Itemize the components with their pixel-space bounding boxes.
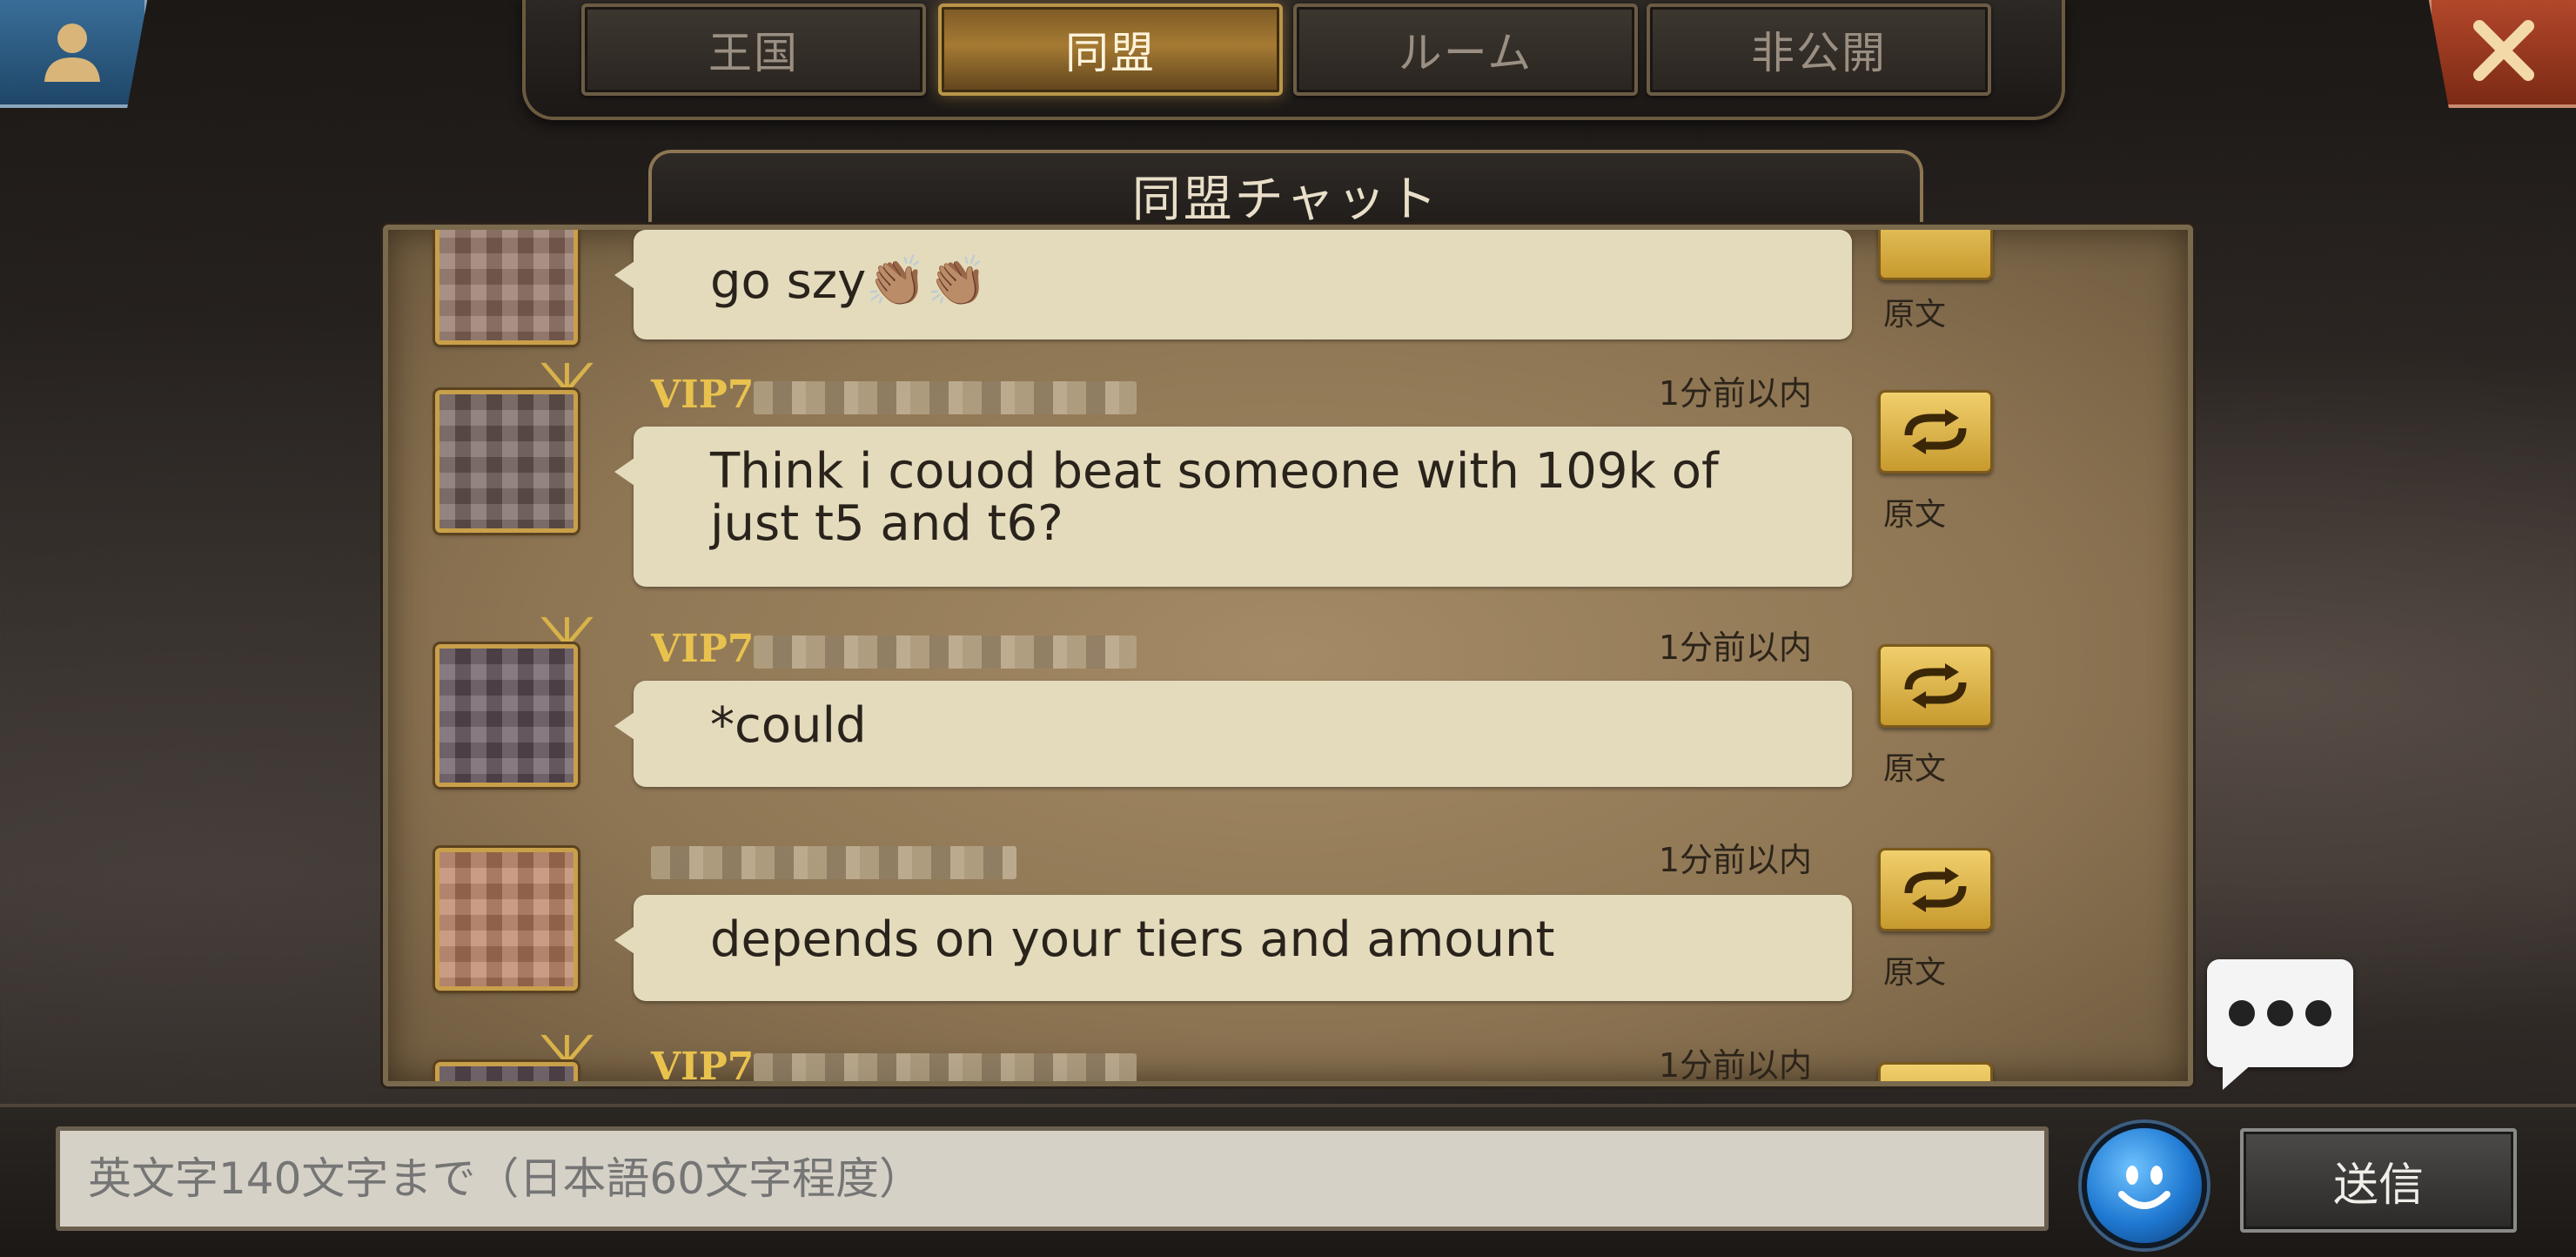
vip-badge: VIP7 [651, 373, 755, 417]
vip-badge: VIP7 [651, 627, 755, 671]
avatar[interactable] [435, 230, 578, 345]
ellipsis-icon [2229, 1000, 2255, 1026]
original-label: 原文 [1883, 297, 1947, 333]
tab-private[interactable]: 非公開 [1647, 3, 1991, 96]
chat-input[interactable] [56, 1126, 2049, 1231]
ellipsis-icon [2305, 1000, 2331, 1026]
player-name-blurred [754, 381, 1137, 414]
translate-icon [1904, 663, 1967, 709]
send-button-label: 送信 [2332, 1159, 2424, 1212]
message-time: 1分前以内 [1658, 1046, 1812, 1085]
tab-room[interactable]: ルーム [1293, 3, 1638, 96]
close-icon [2473, 20, 2534, 81]
message-bubble[interactable]: *could [614, 681, 1852, 787]
tab-kingdom[interactable]: 王国 [581, 3, 926, 96]
original-label: 原文 [1883, 497, 1947, 533]
message-text: go szy👏🏽👏🏽 [710, 253, 988, 310]
player-name-blurred [754, 1053, 1137, 1081]
avatar[interactable] [435, 390, 578, 533]
message-text: Think i couod beat someone with 109k of … [710, 443, 1719, 552]
send-button[interactable]: 送信 [2240, 1128, 2517, 1233]
message-text: depends on your tiers and amount [710, 911, 1555, 968]
message-bubble[interactable]: depends on your tiers and amount [614, 895, 1852, 1001]
tab-room-label: ルーム [1398, 28, 1533, 78]
emoji-button[interactable] [2082, 1123, 2207, 1248]
player-name-blurred [754, 635, 1137, 669]
avatar[interactable] [435, 848, 578, 991]
panel-title: 同盟チャット [648, 150, 1923, 237]
translate-button[interactable] [1878, 848, 1993, 931]
message-time: 1分前以内 [1658, 374, 1812, 413]
translate-button[interactable] [1878, 1062, 1993, 1081]
translate-button[interactable] [1878, 230, 1993, 280]
avatar[interactable] [435, 644, 578, 787]
original-label: 原文 [1883, 955, 1947, 991]
message-time: 1分前以内 [1658, 628, 1812, 667]
translate-icon [1904, 409, 1967, 454]
tab-alliance-label: 同盟 [1065, 28, 1156, 78]
original-label: 原文 [1883, 751, 1947, 787]
user-icon [44, 24, 100, 82]
player-name-blurred [651, 846, 1016, 879]
avatar[interactable] [435, 1062, 578, 1081]
translate-button[interactable] [1878, 390, 1993, 474]
more-options-button[interactable] [2207, 959, 2353, 1090]
message-text: *could [710, 697, 867, 754]
tab-kingdom-label: 王国 [708, 28, 799, 78]
vip-badge: VIP7 [651, 1045, 755, 1086]
profile-button[interactable] [0, 0, 148, 108]
message-time: 1分前以内 [1658, 841, 1812, 879]
chat-panel[interactable]: go szy👏🏽👏🏽 原文 ᛉ VIP7 1分前以内 Think i couod… [383, 225, 2193, 1086]
translate-button[interactable] [1878, 644, 1993, 728]
tab-private-label: 非公開 [1751, 28, 1887, 78]
translate-icon [1904, 867, 1967, 912]
tab-alliance[interactable]: 同盟 [938, 3, 1283, 96]
message-bubble[interactable]: Think i couod beat someone with 109k of … [614, 427, 1852, 587]
smiley-icon [2118, 1166, 2170, 1209]
message-bubble[interactable]: go szy👏🏽👏🏽 [614, 230, 1852, 339]
close-button[interactable] [2428, 0, 2576, 108]
panel-title-text: 同盟チャット [1131, 171, 1440, 228]
ellipsis-icon [2267, 1000, 2293, 1026]
